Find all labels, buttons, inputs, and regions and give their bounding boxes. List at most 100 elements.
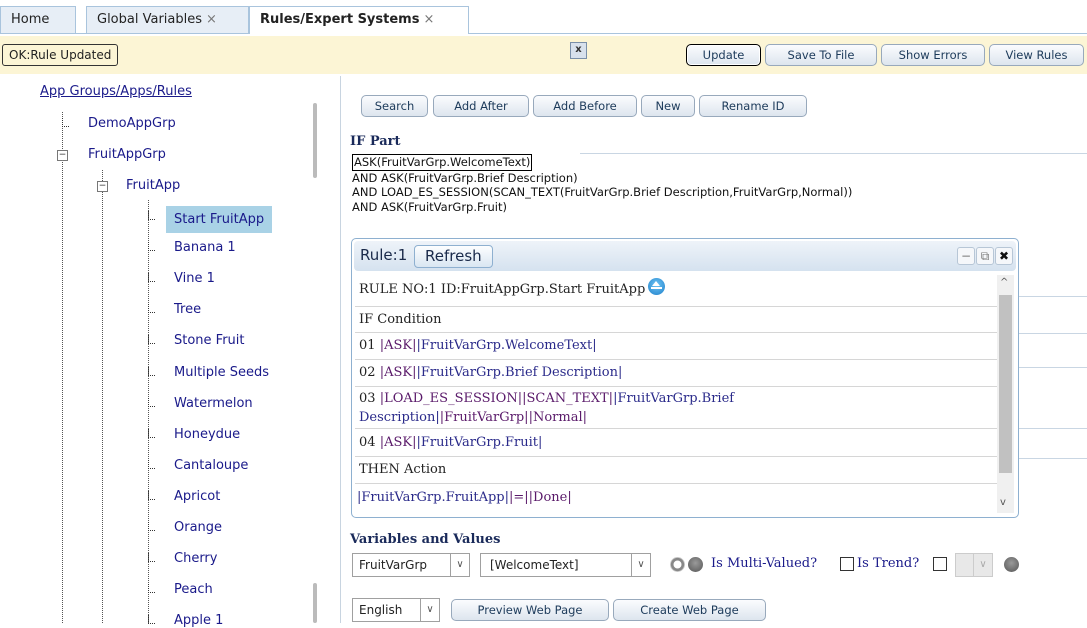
is-multi-valued-checkbox[interactable] (840, 557, 854, 571)
tab-home[interactable]: Home (0, 6, 76, 33)
tree-connector (148, 429, 155, 438)
if-part-text[interactable]: ASK(FruitVarGrp.WelcomeText) AND ASK(Fru… (352, 154, 852, 214)
panel-divider (340, 76, 341, 623)
tree-node-rule[interactable]: Start FruitApp (166, 206, 273, 233)
divider (1015, 458, 1087, 459)
minimize-icon[interactable]: − (957, 247, 975, 265)
condition-token: |SCAN_TEXT| (522, 391, 614, 406)
scroll-up-icon[interactable]: ^ (1000, 277, 1008, 288)
condition-token: |ASK| (379, 365, 417, 380)
create-web-page-button[interactable]: Create Web Page (613, 599, 766, 621)
close-icon[interactable]: x (570, 42, 587, 59)
tree-connector (148, 335, 155, 344)
tree-node-rule[interactable]: Watermelon (174, 396, 253, 411)
trend-select[interactable]: ∨ (955, 553, 993, 577)
language-value: English (359, 603, 403, 617)
condition-row[interactable]: 03 |LOAD_ES_SESSION||SCAN_TEXT||FruitVar… (355, 386, 997, 428)
divider (1015, 428, 1087, 429)
tree-connector (148, 242, 155, 251)
show-errors-button[interactable]: Show Errors (881, 44, 985, 66)
if-line: AND ASK(FruitVarGrp.Brief Description) (352, 170, 578, 185)
is-trend-label: Is Trend? (857, 556, 920, 571)
variable-group-select[interactable]: FruitVarGrp ∨ (352, 553, 470, 577)
refresh-icon[interactable] (670, 557, 685, 572)
tree-title[interactable]: App Groups/Apps/Rules (40, 84, 192, 99)
view-rules-button[interactable]: View Rules (989, 44, 1084, 66)
action-token: |=| (508, 490, 529, 505)
tree-node-rule[interactable]: Peach (174, 582, 213, 597)
if-line: ASK(FruitVarGrp.WelcomeText) (352, 154, 533, 171)
refresh-button[interactable]: Refresh (414, 245, 493, 268)
scroll-down-icon[interactable]: v (1000, 497, 1006, 508)
then-action-label: THEN Action (359, 462, 447, 477)
tree-node-rule[interactable]: Banana 1 (174, 240, 236, 255)
rule-panel-header: Rule:1 Refresh − ⧉ ✖ (354, 241, 1016, 271)
add-before-button[interactable]: Add Before (533, 95, 637, 117)
condition-row[interactable]: 04 |ASK||FruitVarGrp.Fruit| (355, 428, 997, 456)
tree-node-rule[interactable]: Vine 1 (174, 271, 215, 286)
tree-node-rule[interactable]: Stone Fruit (174, 333, 245, 348)
is-multi-valued-label: Is Multi-Valued? (711, 556, 818, 571)
is-trend-checkbox[interactable] (933, 557, 947, 571)
condition-token: Description| (359, 410, 440, 425)
tree-node-fruitappgrp[interactable]: FruitAppGrp (88, 147, 166, 162)
preview-web-page-button[interactable]: Preview Web Page (451, 599, 609, 621)
rename-id-button[interactable]: Rename ID (699, 95, 807, 117)
if-line: AND ASK(FruitVarGrp.Fruit) (352, 199, 508, 214)
collapse-up-icon[interactable] (1004, 557, 1019, 572)
close-icon[interactable]: × (423, 12, 434, 27)
action-row[interactable]: |FruitVarGrp.FruitApp||=||Done| (355, 483, 997, 513)
tree-node-rule[interactable]: Honeydue (174, 427, 240, 442)
language-select[interactable]: English ∨ (352, 598, 440, 622)
tree-connector (148, 460, 155, 469)
action-token: |FruitVarGrp.FruitApp| (357, 490, 509, 505)
new-button[interactable]: New (641, 95, 695, 117)
update-button[interactable]: Update (686, 44, 761, 66)
condition-token: |LOAD_ES_SESSION| (379, 391, 523, 406)
add-after-button[interactable]: Add After (433, 95, 529, 117)
tree-node-rule[interactable]: Apple 1 (174, 613, 223, 628)
condition-row[interactable]: 02 |ASK||FruitVarGrp.Brief Description| (355, 359, 997, 386)
tree-node-rule[interactable]: Cantaloupe (174, 458, 248, 473)
tree-scrollbar-thumb[interactable] (313, 103, 317, 178)
condition-token: |Normal| (528, 410, 587, 425)
tree-node-rule[interactable]: Apricot (174, 489, 220, 504)
tab-rules-expert-systems[interactable]: Rules/Expert Systems × (249, 6, 469, 34)
collapse-up-icon[interactable] (688, 557, 703, 572)
then-action-row: THEN Action (355, 456, 997, 483)
condition-number: 04 (359, 435, 376, 450)
variable-select[interactable]: [WelcomeText] ∨ (480, 553, 651, 577)
rule-header: RULE NO:1 ID:FruitAppGrp.Start FruitApp (359, 282, 646, 297)
popout-icon[interactable]: ⧉ (976, 247, 994, 265)
rule-panel-scrollbar[interactable]: ^ v (997, 275, 1014, 513)
variables-label: Variables and Values (350, 532, 501, 547)
search-button[interactable]: Search (361, 95, 428, 117)
collapse-up-icon[interactable] (648, 278, 666, 295)
rule-panel-scrollbar-thumb[interactable] (999, 295, 1012, 473)
collapse-icon[interactable]: − (57, 150, 68, 161)
tab-global-variables[interactable]: Global Variables × (86, 6, 249, 33)
close-icon[interactable]: ✖ (995, 247, 1013, 265)
tree-node-rule[interactable]: Tree (174, 302, 201, 317)
tree-node-fruitapp[interactable]: FruitApp (126, 178, 180, 193)
tree-scrollbar-thumb-lower[interactable] (313, 583, 317, 623)
condition-row[interactable]: 01 |ASK||FruitVarGrp.WelcomeText| (355, 332, 997, 359)
condition-token: |FruitVarGrp.WelcomeText| (416, 338, 597, 353)
chevron-down-icon: ∨ (631, 554, 650, 576)
tree-connector (148, 211, 155, 220)
tree-node-demoappgrp[interactable]: DemoAppGrp (88, 116, 176, 131)
tree-node-rule[interactable]: Multiple Seeds (174, 365, 269, 380)
tree-node-rule[interactable]: Cherry (174, 551, 217, 566)
tree-connector (148, 522, 155, 531)
condition-token: |FruitVarGrp.Brief (613, 391, 735, 406)
chevron-down-icon: ∨ (973, 554, 992, 576)
save-to-file-button[interactable]: Save To File (765, 44, 877, 66)
tree-scrollbar[interactable] (313, 103, 317, 623)
status-bar: OK:Rule Updated x Update Save To File Sh… (0, 36, 1087, 74)
variable-value: [WelcomeText] (490, 558, 579, 572)
tree-node-rule[interactable]: Orange (174, 520, 222, 535)
close-icon[interactable]: × (206, 12, 217, 27)
collapse-icon[interactable]: − (97, 181, 108, 192)
rule-tree-panel (0, 76, 340, 623)
divider (1015, 296, 1087, 297)
